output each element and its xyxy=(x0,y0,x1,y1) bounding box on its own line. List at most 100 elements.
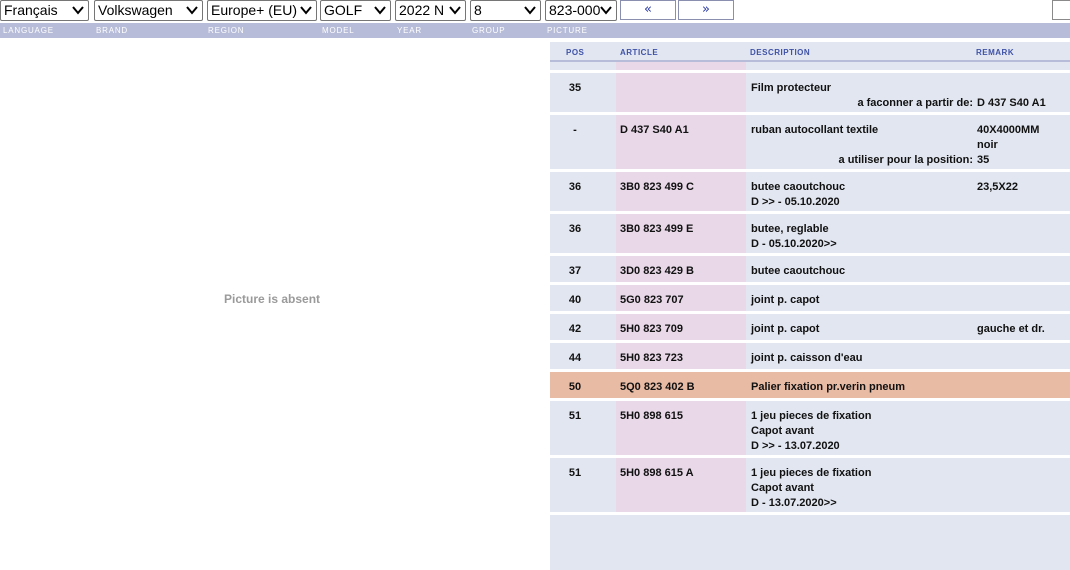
description-cell: joint p. capot xyxy=(751,322,819,337)
year-select[interactable]: 2022 N xyxy=(395,0,466,21)
remark-line: gauche et dr. xyxy=(977,323,1045,335)
description-cell: ruban autocollant textile xyxy=(751,123,878,138)
group-label: GROUP xyxy=(472,26,506,35)
region-select-value: Europe+ (EU) xyxy=(211,2,297,18)
table-row[interactable]: 37 3D0 823 429 B butee caoutchouc xyxy=(550,256,1070,285)
article-number[interactable]: 5G0 823 707 xyxy=(620,293,684,308)
article-cell xyxy=(616,73,746,112)
description-line: D - 05.10.2020>> xyxy=(751,238,837,250)
language-select-value: Français xyxy=(4,2,58,18)
note-label: a faconner a partir de: xyxy=(857,97,973,109)
model-select[interactable]: GOLF xyxy=(320,0,391,21)
description-cell: Palier fixation pr.verin pneum xyxy=(751,380,905,395)
description-line: D >> - 05.10.2020 xyxy=(751,196,840,208)
table-row[interactable]: 44 5H0 823 723 joint p. caisson d'eau xyxy=(550,343,1070,372)
pos-cell: 51 xyxy=(568,410,582,422)
region-label: REGION xyxy=(208,26,245,35)
pos-cell: 51 xyxy=(568,467,582,479)
article-number[interactable]: 5H0 898 615 A xyxy=(620,466,694,481)
picture-select-value: 823-000 xyxy=(549,2,601,18)
column-header-remark: REMARK xyxy=(976,48,1015,57)
table-row xyxy=(550,62,1070,73)
description-line: Capot avant xyxy=(751,482,814,494)
chevron-down-icon xyxy=(186,6,198,15)
remark-cell: gauche et dr. xyxy=(977,322,1045,337)
note-value[interactable]: 35 xyxy=(977,153,989,168)
year-select-value: 2022 N xyxy=(399,2,445,18)
description-line: Capot avant xyxy=(751,425,814,437)
pos-cell: 42 xyxy=(568,323,582,335)
description-cell: joint p. caisson d'eau xyxy=(751,351,862,366)
note-label: a utiliser pour la position: xyxy=(838,154,973,166)
table-footer-space xyxy=(550,515,1070,555)
table-row[interactable]: 50 5Q0 823 402 B Palier fixation pr.verin … xyxy=(550,372,1070,401)
description-line: Film protecteur xyxy=(751,82,832,94)
article-number[interactable]: 3B0 823 499 C xyxy=(620,180,694,195)
table-row[interactable]: 51 5H0 898 615 1 jeu pieces de fixation Cap… xyxy=(550,401,1070,458)
label-bar xyxy=(0,23,1070,38)
table-header: POS ARTICLE DESCRIPTION REMARK xyxy=(550,42,1070,62)
chevron-down-icon xyxy=(600,6,612,15)
remark-cell: 23,5X22 xyxy=(977,180,1018,195)
column-header-pos: POS xyxy=(566,48,585,57)
description-line: joint p. capot xyxy=(751,323,820,335)
group-select[interactable]: 8 xyxy=(470,0,541,21)
brand-select[interactable]: Volkswagen xyxy=(94,0,203,21)
table-row[interactable]: - D 437 S40 A1 ruban autocollant textile 40… xyxy=(550,115,1070,172)
table-row[interactable]: 35 Film protecteur a faconner a partir de:… xyxy=(550,73,1070,115)
pos-cell: 50 xyxy=(568,381,582,393)
table-row[interactable]: 40 5G0 823 707 joint p. capot xyxy=(550,285,1070,314)
description-cell: Film protecteur xyxy=(751,81,831,96)
chevron-down-icon xyxy=(300,6,312,15)
article-number[interactable]: 5H0 823 723 xyxy=(620,351,683,366)
picture-label: PICTURE xyxy=(547,26,588,35)
description-cell: butee caoutchouc xyxy=(751,264,845,279)
year-label: YEAR xyxy=(397,26,422,35)
column-header-article: ARTICLE xyxy=(620,48,659,57)
table-row[interactable]: 36 3B0 823 499 E butee, reglable D - 05.10.… xyxy=(550,214,1070,256)
brand-label: BRAND xyxy=(96,26,129,35)
parts-table: POS ARTICLE DESCRIPTION REMARK 35 Film pr… xyxy=(550,42,1070,570)
brand-select-value: Volkswagen xyxy=(98,2,173,18)
description-cell: butee, reglable D - 05.10.2020>> xyxy=(751,222,837,252)
region-select[interactable]: Europe+ (EU) xyxy=(207,0,317,21)
description-cell: joint p. capot xyxy=(751,293,819,308)
picture-select[interactable]: 823-000 xyxy=(545,0,617,21)
description-line: D - 13.07.2020>> xyxy=(751,497,837,509)
previous-picture-button[interactable]: « xyxy=(620,0,676,20)
table-row[interactable]: 42 5H0 823 709 joint p. capot gauche et dr. xyxy=(550,314,1070,343)
group-select-value: 8 xyxy=(474,2,482,18)
article-number[interactable]: 3D0 823 429 B xyxy=(620,264,694,279)
toolbar: Français Volkswagen Europe+ (EU) GOLF 20… xyxy=(0,0,1070,22)
pos-cell: 35 xyxy=(568,82,582,94)
table-body: 35 Film protecteur a faconner a partir de:… xyxy=(550,62,1070,555)
description-line: 1 jeu pieces de fixation xyxy=(751,467,872,479)
next-picture-button[interactable]: » xyxy=(678,0,734,20)
article-number[interactable]: D 437 S40 A1 xyxy=(620,123,689,138)
table-row[interactable]: 51 5H0 898 615 A 1 jeu pieces de fixation C… xyxy=(550,458,1070,515)
remark-cell: 40X4000MM noir xyxy=(977,123,1039,153)
article-number[interactable]: 5Q0 823 402 B xyxy=(620,380,695,395)
article-number[interactable]: 5H0 823 709 xyxy=(620,322,683,337)
pos-cell: 37 xyxy=(568,265,582,277)
table-row[interactable]: 36 3B0 823 499 C butee caoutchouc D >> - 05… xyxy=(550,172,1070,214)
description-cell: 1 jeu pieces de fixation Capot avant D - 1… xyxy=(751,466,871,511)
description-line: butee caoutchouc xyxy=(751,181,846,193)
pos-cell: 44 xyxy=(568,352,582,364)
pos-cell: 36 xyxy=(568,181,582,193)
pos-cell: - xyxy=(573,124,577,136)
chevron-down-icon xyxy=(374,6,386,15)
description-line: Palier fixation pr.verin pneum xyxy=(751,381,906,393)
search-input[interactable] xyxy=(1052,0,1070,20)
remark-line: 23,5X22 xyxy=(977,181,1018,193)
language-select[interactable]: Français xyxy=(0,0,89,21)
description-cell: 1 jeu pieces de fixation Capot avant D >> … xyxy=(751,409,871,454)
note-value[interactable]: D 437 S40 A1 xyxy=(977,96,1046,111)
model-select-value: GOLF xyxy=(324,2,363,18)
article-number[interactable]: 3B0 823 499 E xyxy=(620,222,693,237)
model-label: MODEL xyxy=(322,26,355,35)
description-line: butee, reglable xyxy=(751,223,829,235)
picture-absent-message: Picture is absent xyxy=(224,292,321,306)
article-number[interactable]: 5H0 898 615 xyxy=(620,409,683,424)
description-line: joint p. capot xyxy=(751,294,820,306)
